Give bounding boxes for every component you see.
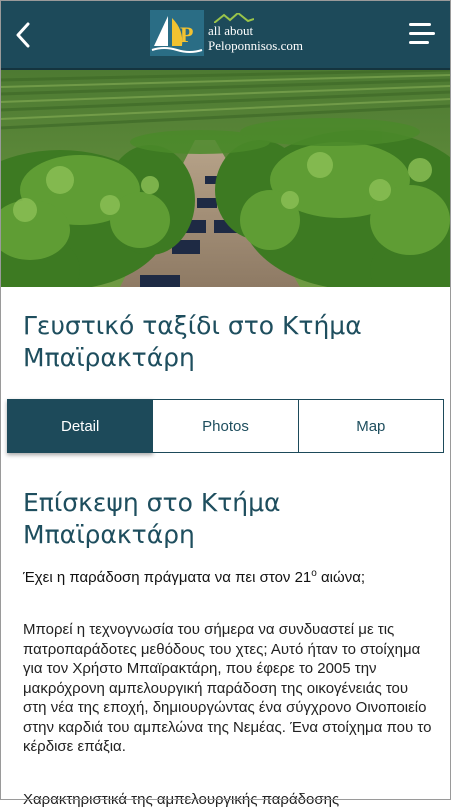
hamburger-menu-button[interactable] [409,23,435,47]
lead-text: Έχει η παράδοση πράγματα να πει στον 21ο… [23,568,423,587]
tab-photos[interactable]: Photos [153,399,299,453]
site-logo[interactable]: P all about Peloponnisos.com [150,10,303,56]
tab-map[interactable]: Map [298,399,444,453]
section-title: Επίσκεψη στο Κτήμα Μπαϊρακτάρη [23,488,281,549]
sailboat-logo-icon: P [150,10,204,56]
tab-bar: Detail Photos Map [7,399,444,453]
tab-detail[interactable]: Detail [7,399,154,453]
svg-text:P: P [180,22,193,47]
back-button[interactable] [8,18,38,52]
page-title: Γευστικό ταξίδι στο Κτήμα Μπαϊρακτάρη [23,311,362,372]
menu-bar-icon [409,41,429,44]
mountains-icon [214,13,254,23]
lead-text-end: αιώνα; [316,569,366,586]
menu-bar-icon [409,32,435,35]
vineyard-image [0,70,451,287]
logo-line-2: Peloponnisos.com [208,38,303,53]
logo-text: all about Peloponnisos.com [208,13,303,53]
logo-line-1: all about [208,23,254,38]
hero-image [0,70,451,287]
menu-bar-icon [409,23,431,26]
chevron-left-icon [16,22,30,48]
app-header: P all about Peloponnisos.com [0,0,451,70]
lead-text-main: Έχει η παράδοση πράγματα να πει στον 21 [23,569,312,586]
body-paragraph: Μπορεί η τεχνογνωσία του σήμερα να συνδυ… [23,621,432,755]
